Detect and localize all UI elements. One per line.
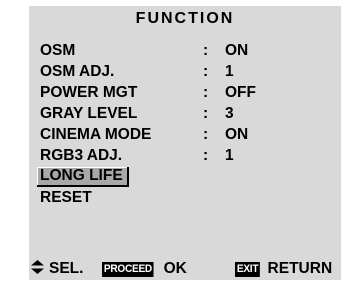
menu-item-osm[interactable]: OSM : ON (40, 40, 330, 61)
menu-item-osm-adj[interactable]: OSM ADJ. : 1 (40, 61, 330, 82)
menu-item-label: RESET (40, 189, 92, 206)
menu-item-gray-level[interactable]: GRAY LEVEL : 3 (40, 103, 330, 124)
menu-item-long-life[interactable]: LONG LIFE (37, 166, 330, 187)
menu-item-label: RGB3 ADJ. (40, 147, 123, 164)
exit-label: RETURN (263, 260, 333, 277)
proceed-key: PROCEED (102, 262, 154, 277)
up-down-arrows-icon (31, 260, 44, 274)
menu-item-label: GRAY LEVEL (40, 105, 138, 122)
menu-list: OSM : ON OSM ADJ. : 1 POWER MGT : OFF GR… (37, 40, 330, 208)
menu-title: FUNCTION (135, 10, 235, 27)
key-guide: SEL. PROCEED OK EXIT RETURN (29, 259, 341, 279)
menu-item-label: OSM ADJ. (40, 63, 115, 80)
menu-item-label: OSM (40, 42, 76, 59)
selected-menu-item-label: LONG LIFE (37, 167, 129, 187)
exit-hint: EXIT RETURN (235, 259, 332, 279)
menu-item-label: POWER MGT (40, 84, 138, 101)
select-label: SEL. (49, 260, 84, 277)
exit-key: EXIT (235, 262, 261, 277)
separator: : (203, 126, 209, 143)
menu-item-value: ON (225, 42, 249, 59)
separator: : (203, 42, 209, 59)
menu-item-cinema-mode[interactable]: CINEMA MODE : ON (40, 124, 330, 145)
menu-item-power-mgt[interactable]: POWER MGT : OFF (40, 82, 330, 103)
menu-item-value: 3 (225, 105, 234, 122)
separator: : (203, 63, 209, 80)
proceed-label: OK (159, 260, 187, 277)
separator: : (203, 84, 209, 101)
menu-item-label: CINEMA MODE (40, 126, 152, 143)
separator: : (203, 147, 209, 164)
separator: : (203, 105, 209, 122)
menu-item-value: ON (225, 126, 249, 143)
osd-menu-panel: FUNCTION OSM : ON OSM ADJ. : 1 POWER MGT… (29, 6, 341, 280)
menu-item-value: 1 (225, 147, 234, 164)
menu-item-reset[interactable]: RESET (40, 187, 330, 208)
proceed-hint: PROCEED OK (102, 259, 187, 279)
menu-item-value: 1 (225, 63, 234, 80)
menu-item-value: OFF (225, 84, 256, 101)
select-hint: SEL. (31, 259, 83, 279)
menu-item-rgb3-adj[interactable]: RGB3 ADJ. : 1 (40, 145, 330, 166)
